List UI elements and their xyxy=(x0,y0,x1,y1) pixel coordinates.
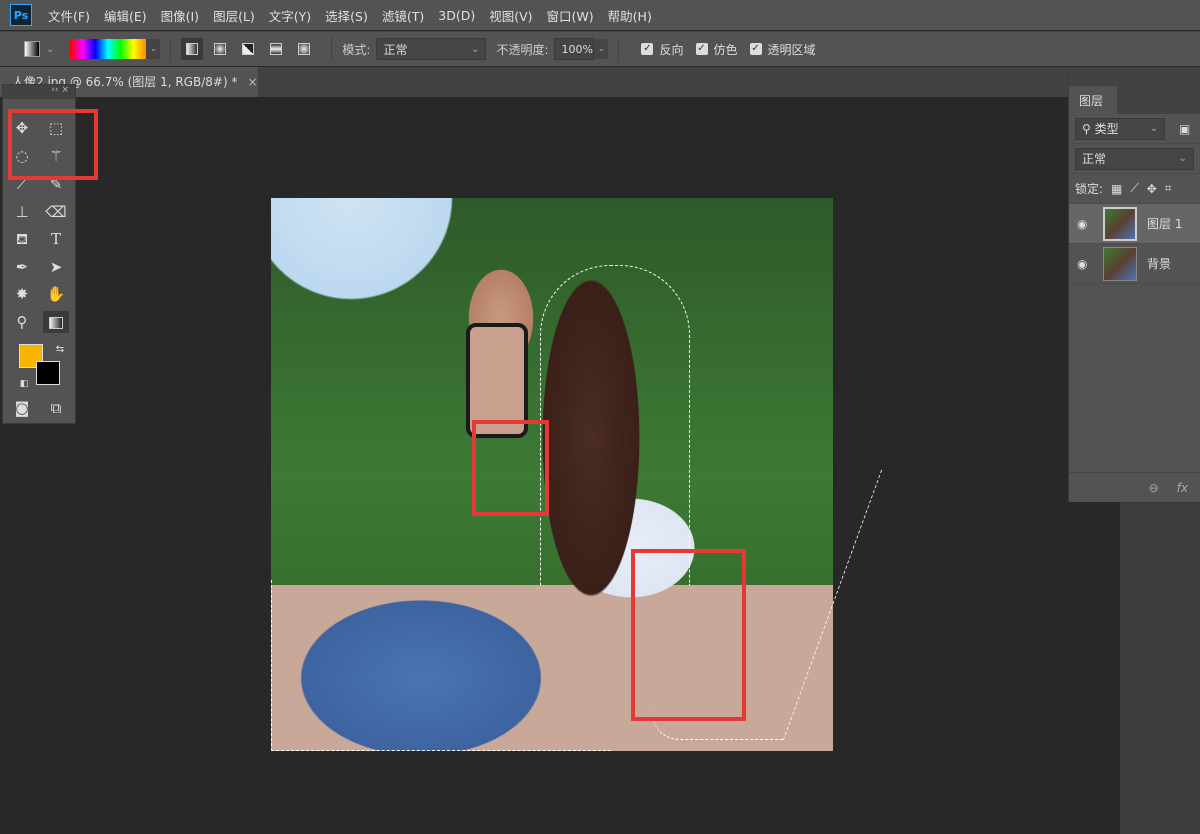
fx-icon[interactable]: fx xyxy=(1177,481,1188,495)
tools-panel-header[interactable]: ‹‹ × xyxy=(3,85,75,99)
background-color-swatch[interactable] xyxy=(36,361,60,385)
menu-file[interactable]: 文件(F) xyxy=(48,6,90,25)
lock-artboard-icon[interactable]: ⌗ xyxy=(1165,181,1172,196)
eye-icon[interactable]: ◉ xyxy=(1077,257,1093,271)
document-tab-bar: 人像2.jpg @ 66.7% (图层 1, RGB/8#) * × xyxy=(0,67,1200,97)
diamond-gradient-button[interactable] xyxy=(293,38,315,60)
highlight-box-selection-tools xyxy=(8,109,98,180)
linear-gradient-button[interactable] xyxy=(181,38,204,60)
chevron-down-icon: ⌄ xyxy=(1149,123,1158,134)
layer-thumbnail xyxy=(1103,246,1137,281)
tab-layers[interactable]: 图层 xyxy=(1069,86,1117,114)
blend-mode-value: 正常 xyxy=(1082,152,1107,166)
document-canvas[interactable] xyxy=(271,198,833,751)
close-tab-icon[interactable]: × xyxy=(247,75,257,89)
menu-layer[interactable]: 图层(L) xyxy=(213,6,255,25)
lock-pixels-brush-icon[interactable]: ⟋ xyxy=(1130,181,1138,196)
chevron-down-icon: ⌄ xyxy=(471,43,480,55)
filter-value: 类型 xyxy=(1094,122,1119,136)
opacity-input[interactable]: 100% xyxy=(554,38,595,60)
blend-mode-select[interactable]: 正常 ⌄ xyxy=(1075,147,1194,170)
eye-icon[interactable]: ◉ xyxy=(1077,217,1093,231)
checkbox-checked-icon: ✓ xyxy=(749,43,762,55)
gradient-picker[interactable] xyxy=(70,39,147,59)
stamp-icon[interactable]: ⊥ xyxy=(9,201,35,223)
layer-thumbnail xyxy=(1103,206,1137,241)
transparency-label: 透明区域 xyxy=(767,42,816,57)
collapse-icon[interactable]: ‹‹ xyxy=(51,85,58,95)
layer-name[interactable]: 图层 1 xyxy=(1147,215,1182,232)
opacity-label: 不透明度: xyxy=(496,42,549,57)
layer-name[interactable]: 背景 xyxy=(1147,255,1171,272)
right-dock xyxy=(1120,502,1200,834)
link-layers-icon[interactable]: ⊖ xyxy=(1149,481,1159,495)
menu-help[interactable]: 帮助(H) xyxy=(608,6,652,25)
highlight-box-hair-left xyxy=(472,420,549,516)
hand-icon[interactable]: ✋ xyxy=(43,283,69,305)
quick-mask-icon[interactable]: ◙ xyxy=(9,397,35,419)
divider xyxy=(331,37,333,61)
layer-row[interactable]: ◉ 背景 xyxy=(1069,244,1200,284)
image-filter-icon[interactable]: ▣ xyxy=(1179,122,1190,136)
reflected-gradient-button[interactable] xyxy=(265,38,287,60)
close-icon[interactable]: × xyxy=(61,85,69,95)
swap-colors-icon[interactable]: ⇆ xyxy=(47,339,73,361)
dither-checkbox[interactable]: ✓ 仿色 xyxy=(695,41,738,58)
divider xyxy=(170,37,172,61)
screen-mode-icon[interactable]: ⧉ xyxy=(43,397,69,419)
menu-3d[interactable]: 3D(D) xyxy=(438,8,475,23)
zoom-icon[interactable]: ⚲ xyxy=(9,311,35,333)
checkbox-checked-icon: ✓ xyxy=(641,43,654,55)
menu-window[interactable]: 窗口(W) xyxy=(547,6,594,25)
layers-panel: 图层 ⚲ 类型 ⌄ ▣ 正常 ⌄ 锁定: ▦ ⟋ ✥ ⌗ ◉ 图层 1 ◉ 背景 ⊖… xyxy=(1068,72,1200,502)
menu-select[interactable]: 选择(S) xyxy=(325,6,368,25)
search-icon: ⚲ xyxy=(1082,122,1091,136)
mode-value: 正常 xyxy=(383,42,408,57)
menu-filter[interactable]: 滤镜(T) xyxy=(382,6,424,25)
menu-image[interactable]: 图像(I) xyxy=(161,6,199,25)
lock-position-icon[interactable]: ✥ xyxy=(1147,182,1157,196)
lock-transparency-icon[interactable]: ▦ xyxy=(1111,182,1122,196)
type-tool-icon[interactable]: T xyxy=(43,228,69,250)
opacity-dropdown-button[interactable]: ⌄ xyxy=(594,39,609,59)
reverse-checkbox[interactable]: ✓ 反向 xyxy=(641,41,684,58)
options-bar: ⌄ ⌄ 模式: 正常 ⌄ 不透明度: 100% ⌄ ✓ 反向 ✓ 仿色 ✓ 透明区域 xyxy=(0,31,1200,66)
pen-icon[interactable]: ✒ xyxy=(9,256,35,278)
default-colors-icon[interactable]: ◧ xyxy=(11,373,37,395)
checkbox-checked-icon: ✓ xyxy=(695,43,708,55)
chevron-down-icon: ⌄ xyxy=(1178,153,1187,164)
chevron-down-icon[interactable]: ⌄ xyxy=(46,44,54,55)
photoshop-logo: Ps xyxy=(10,4,32,26)
layer-filter-select[interactable]: ⚲ 类型 ⌄ xyxy=(1075,117,1165,140)
path-selection-icon[interactable]: ➤ xyxy=(43,256,69,278)
reverse-label: 反向 xyxy=(659,42,684,57)
dither-label: 仿色 xyxy=(713,42,738,57)
angle-gradient-button[interactable] xyxy=(237,38,259,60)
shape-tool-icon[interactable]: ✸ xyxy=(9,283,35,305)
menu-edit[interactable]: 编辑(E) xyxy=(104,6,147,25)
eraser-icon[interactable]: ⌫ xyxy=(43,201,69,223)
paint-bucket-icon[interactable]: ⛾ xyxy=(9,228,35,250)
radial-gradient-button[interactable] xyxy=(209,38,231,60)
highlight-box-hair-right xyxy=(631,549,746,721)
mode-select[interactable]: 正常 ⌄ xyxy=(376,38,487,60)
transparency-checkbox[interactable]: ✓ 透明区域 xyxy=(749,41,816,58)
divider xyxy=(618,37,620,61)
gradient-dropdown-button[interactable]: ⌄ xyxy=(146,39,161,59)
menu-view[interactable]: 视图(V) xyxy=(489,6,532,25)
mode-label: 模式: xyxy=(342,42,371,57)
gradient-tool-preset-icon[interactable] xyxy=(24,41,40,57)
lock-label: 锁定: xyxy=(1075,182,1104,196)
menu-type[interactable]: 文字(Y) xyxy=(269,6,311,25)
menu-bar: Ps 文件(F) 编辑(E) 图像(I) 图层(L) 文字(Y) 选择(S) 滤… xyxy=(0,0,1200,30)
layer-row[interactable]: ◉ 图层 1 xyxy=(1069,204,1200,244)
gradient-tool-icon[interactable] xyxy=(43,311,69,333)
